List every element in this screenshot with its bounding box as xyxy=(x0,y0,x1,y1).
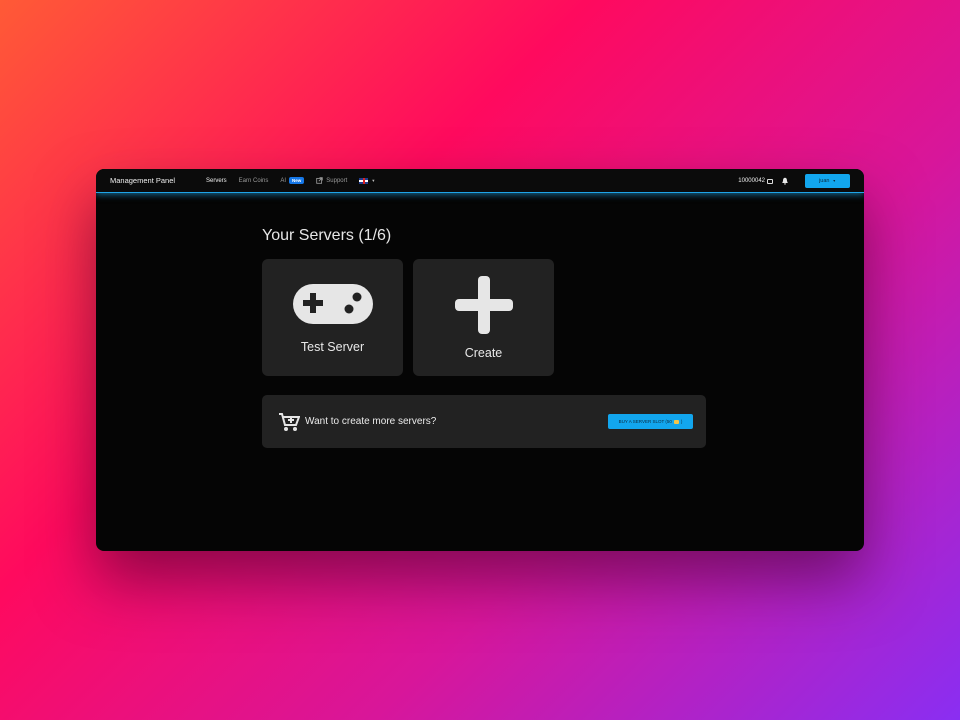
navbar: Management Panel Servers Earn Coins AI N… xyxy=(96,169,864,193)
buy-button-label: BUY A SERVER SLOT (50 xyxy=(618,419,672,424)
coins-icon xyxy=(767,178,773,184)
nav-ai-label: AI xyxy=(280,177,287,184)
app-window: Management Panel Servers Earn Coins AI N… xyxy=(96,169,864,551)
user-name: juan xyxy=(819,178,830,184)
server-name: Test Server xyxy=(300,340,365,354)
banner-text: Want to create more servers? xyxy=(305,416,437,427)
uk-flag-icon xyxy=(359,177,369,184)
buy-slot-banner: Want to create more servers? BUY A SERVE… xyxy=(262,395,706,448)
coins-icon xyxy=(673,419,679,424)
nav-support[interactable]: Support xyxy=(316,177,347,184)
chevron-down-icon: ▼ xyxy=(832,179,836,183)
cart-plus-icon xyxy=(279,412,300,431)
plus-icon xyxy=(454,276,513,334)
nav-ai[interactable]: AI New xyxy=(280,177,305,184)
server-card-test-server[interactable]: Test Server xyxy=(262,259,403,376)
create-label: Create xyxy=(464,346,503,360)
nav-servers-label: Servers xyxy=(206,177,227,184)
server-cards: Test Server Create xyxy=(262,259,554,376)
language-dropdown[interactable]: ▼ xyxy=(359,177,376,184)
bell-icon[interactable] xyxy=(781,177,789,185)
create-server-card[interactable]: Create xyxy=(413,259,554,376)
nav-earn-coins-label: Earn Coins xyxy=(238,177,269,184)
nav-servers[interactable]: Servers xyxy=(206,178,227,184)
new-badge: New xyxy=(289,177,305,184)
coins-value: 10000042 xyxy=(738,178,765,184)
nav-earn-coins[interactable]: Earn Coins xyxy=(239,178,269,184)
page-header: Your Servers (1/6) xyxy=(262,227,391,245)
buy-server-slot-button[interactable]: BUY A SERVER SLOT (50 ) xyxy=(608,414,693,429)
user-menu-button[interactable]: juan ▼ xyxy=(805,174,850,188)
nav-support-label: Support xyxy=(326,177,348,184)
brand-title[interactable]: Management Panel xyxy=(110,176,175,185)
navbar-right: 10000042 juan ▼ xyxy=(738,174,850,188)
chevron-down-icon: ▼ xyxy=(371,178,376,183)
page-title: Your Servers (1/6) xyxy=(262,227,392,244)
nav-links: Servers Earn Coins AI New Support ▼ xyxy=(206,177,375,184)
gamepad-icon xyxy=(292,284,373,324)
coins-display[interactable]: 10000042 xyxy=(738,178,773,184)
external-link-icon xyxy=(316,177,324,184)
